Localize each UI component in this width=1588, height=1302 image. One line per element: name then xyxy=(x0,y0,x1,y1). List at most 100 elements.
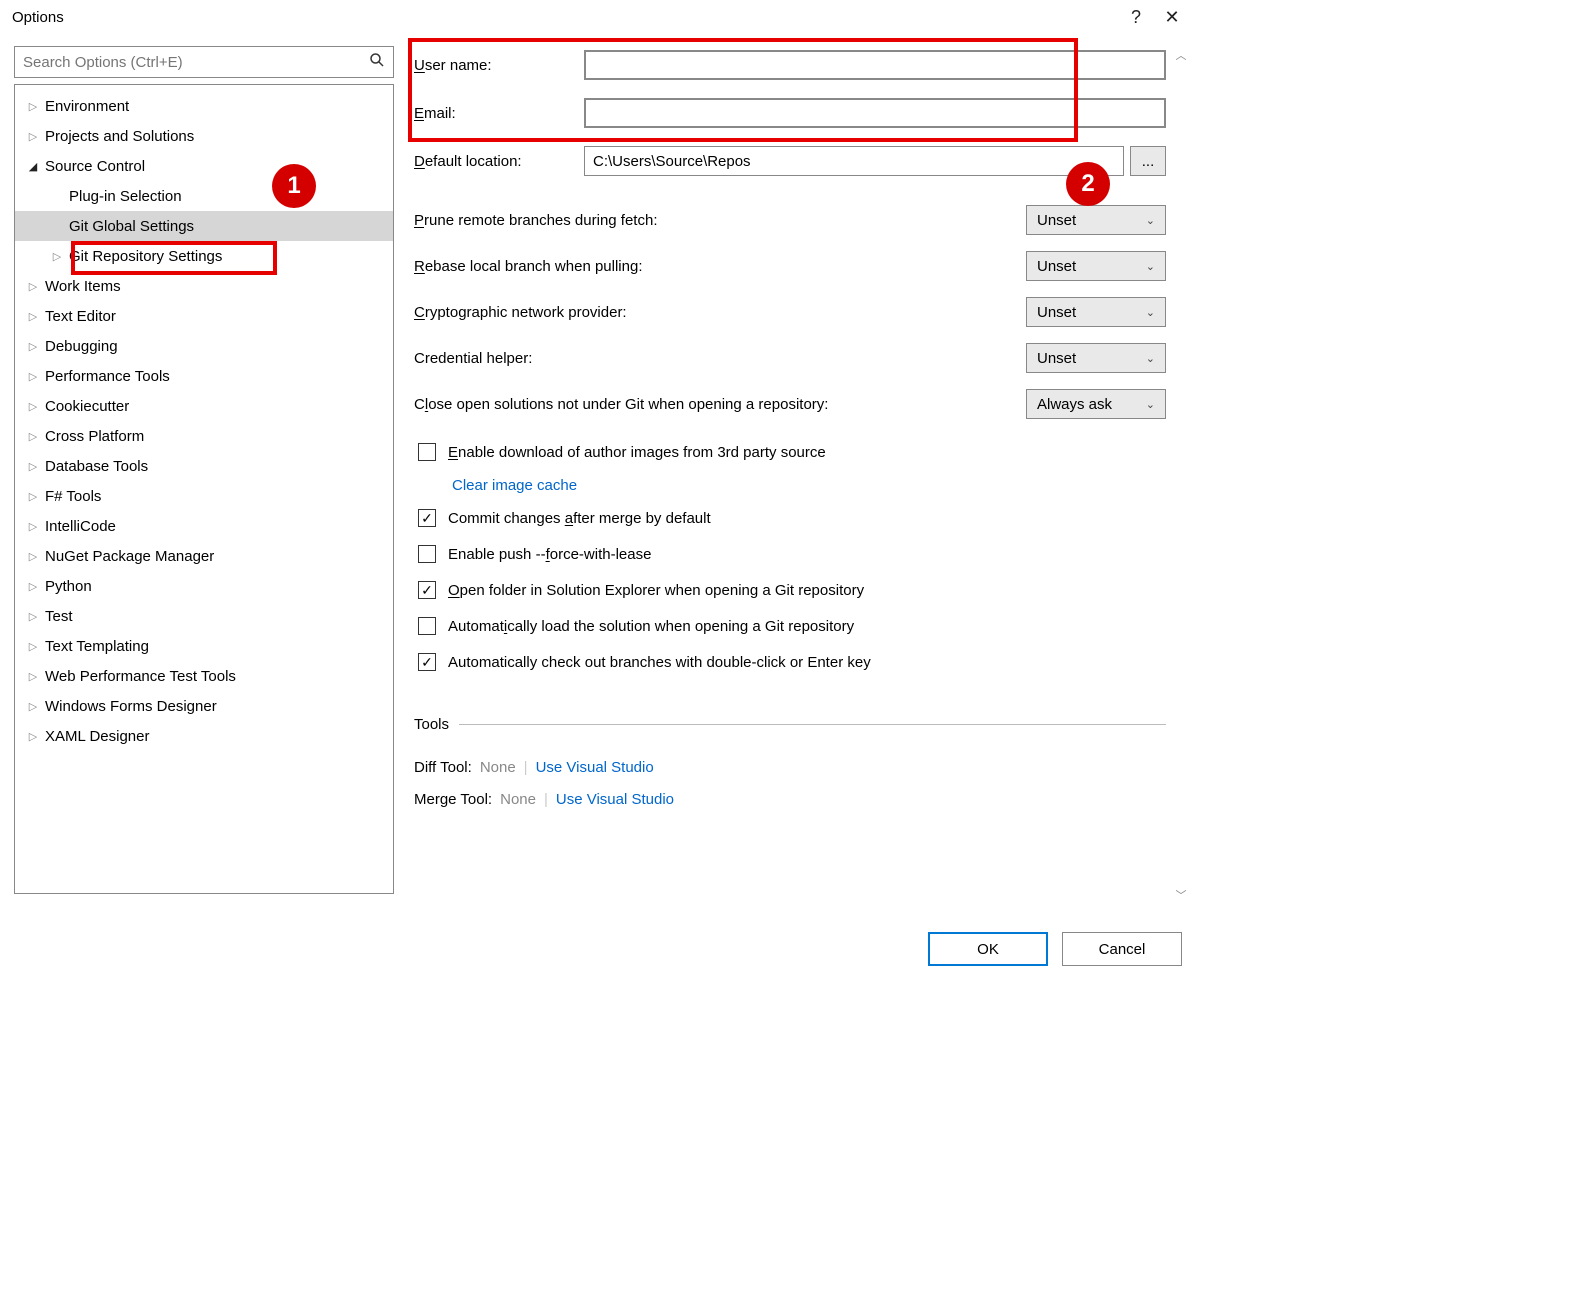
tree-item[interactable]: ▷Cookiecutter xyxy=(15,391,393,421)
tree-item-label: IntelliCode xyxy=(45,518,116,535)
tree-item[interactable]: Plug-in Selection xyxy=(15,181,393,211)
tree-item[interactable]: ▷ IntelliCode xyxy=(15,511,393,541)
cancel-button[interactable]: Cancel xyxy=(1062,932,1182,966)
tree-item-label: Database Tools xyxy=(45,458,148,475)
tree-item[interactable]: ▷Environment xyxy=(15,91,393,121)
chevron-right-icon[interactable]: ▷ xyxy=(25,670,41,683)
checkbox-icon[interactable] xyxy=(418,653,436,671)
tree-item[interactable]: ▷ Database Tools xyxy=(15,451,393,481)
chevron-right-icon[interactable]: ▷ xyxy=(49,250,65,263)
diff-use-vs-link[interactable]: Use Visual Studio xyxy=(536,759,654,776)
checkbox-icon[interactable] xyxy=(418,509,436,527)
username-input[interactable] xyxy=(584,50,1166,80)
diff-tool-label: Diff Tool: xyxy=(414,759,472,776)
tree-item-label: Text Templating xyxy=(45,638,149,655)
check-author-images[interactable]: Enable download of author images from 3r… xyxy=(414,434,1166,470)
default-location-value: C:\Users\Source\Repos xyxy=(593,153,751,170)
email-input[interactable] xyxy=(584,98,1166,128)
search-box[interactable] xyxy=(14,46,394,78)
chevron-right-icon[interactable]: ▷ xyxy=(25,580,41,593)
browse-button[interactable]: ... xyxy=(1130,146,1166,176)
check-label: Automatically check out branches with do… xyxy=(448,654,871,671)
chevron-right-icon[interactable]: ▷ xyxy=(25,490,41,503)
prune-label: Prune remote branches during fetch: xyxy=(414,212,1026,229)
rebase-row: Rebase local branch when pulling: Unset⌄ xyxy=(414,246,1166,286)
tree-item[interactable]: ▷Performance Tools xyxy=(15,361,393,391)
tree-item[interactable]: ▷Text Editor xyxy=(15,301,393,331)
username-label: User name: xyxy=(414,57,584,74)
default-location-row: Default location: C:\Users\Source\Repos … xyxy=(414,142,1166,180)
default-location-input[interactable]: C:\Users\Source\Repos xyxy=(584,146,1124,176)
checkbox-icon[interactable] xyxy=(418,443,436,461)
tree-item[interactable]: ▷Cross Platform xyxy=(15,421,393,451)
chevron-right-icon[interactable]: ▷ xyxy=(25,310,41,323)
help-icon[interactable]: ? xyxy=(1118,7,1154,28)
tree-item[interactable]: ▷Python xyxy=(15,571,393,601)
tree-item[interactable]: ▷F# Tools xyxy=(15,481,393,511)
close-icon[interactable]: ✕ xyxy=(1154,7,1190,28)
chevron-right-icon[interactable]: ▷ xyxy=(25,280,41,293)
crypto-dropdown[interactable]: Unset⌄ xyxy=(1026,297,1166,327)
email-label: Email: xyxy=(414,105,584,122)
check-label: Open folder in Solution Explorer when op… xyxy=(448,582,864,599)
check-push-force[interactable]: Enable push --force-with-lease xyxy=(414,536,1166,572)
chevron-down-icon: ⌄ xyxy=(1146,398,1155,411)
chevron-right-icon[interactable]: ▷ xyxy=(25,730,41,743)
checkbox-icon[interactable] xyxy=(418,545,436,563)
tree-item-label: Git Global Settings xyxy=(69,218,194,235)
credhelper-row: Credential helper: Unset⌄ xyxy=(414,338,1166,378)
chevron-right-icon[interactable]: ▷ xyxy=(25,370,41,383)
search-input[interactable] xyxy=(23,54,369,71)
chevron-right-icon[interactable]: ▷ xyxy=(25,550,41,563)
tree-item[interactable]: ▷Test xyxy=(15,601,393,631)
check-auto-checkout[interactable]: Automatically check out branches with do… xyxy=(414,644,1166,680)
chevron-right-icon[interactable]: ▷ xyxy=(25,460,41,473)
tree-item[interactable]: ▷XAML Designer xyxy=(15,721,393,751)
chevron-right-icon[interactable]: ▷ xyxy=(25,640,41,653)
check-open-folder[interactable]: Open folder in Solution Explorer when op… xyxy=(414,572,1166,608)
scroll-down-icon[interactable]: ﹀ xyxy=(1172,886,1190,904)
options-tree[interactable]: ▷Environment▷Projects and Solutions◢Sour… xyxy=(14,84,394,894)
tree-item[interactable]: ▷Windows Forms Designer xyxy=(15,691,393,721)
chevron-right-icon[interactable]: ▷ xyxy=(25,100,41,113)
tree-item[interactable]: ▷NuGet Package Manager xyxy=(15,541,393,571)
tree-item[interactable]: ▷Projects and Solutions xyxy=(15,121,393,151)
tree-item[interactable]: ▷Debugging xyxy=(15,331,393,361)
tree-item[interactable]: ◢Source Control xyxy=(15,151,393,181)
ok-button[interactable]: OK xyxy=(928,932,1048,966)
search-icon xyxy=(369,52,385,73)
checkbox-icon[interactable] xyxy=(418,581,436,599)
default-location-label: Default location: xyxy=(414,153,584,170)
chevron-down-icon[interactable]: ◢ xyxy=(25,160,41,173)
tree-item[interactable]: ▷Work Items xyxy=(15,271,393,301)
crypto-row: Cryptographic network provider: Unset⌄ xyxy=(414,292,1166,332)
username-row: User name: xyxy=(414,46,1166,84)
closesoln-label: Close open solutions not under Git when … xyxy=(414,396,1026,413)
credhelper-dropdown[interactable]: Unset⌄ xyxy=(1026,343,1166,373)
chevron-right-icon[interactable]: ▷ xyxy=(25,130,41,143)
window-title: Options xyxy=(12,9,64,26)
chevron-right-icon[interactable]: ▷ xyxy=(25,400,41,413)
tree-item[interactable]: Git Global Settings xyxy=(15,211,393,241)
tree-item[interactable]: ▷Git Repository Settings xyxy=(15,241,393,271)
check-commit-after-merge[interactable]: Commit changes after merge by default xyxy=(414,500,1166,536)
divider xyxy=(459,724,1166,725)
checkbox-icon[interactable] xyxy=(418,617,436,635)
chevron-down-icon: ⌄ xyxy=(1146,352,1155,365)
chevron-right-icon[interactable]: ▷ xyxy=(25,340,41,353)
merge-use-vs-link[interactable]: Use Visual Studio xyxy=(556,791,674,808)
prune-dropdown[interactable]: Unset⌄ xyxy=(1026,205,1166,235)
chevron-right-icon[interactable]: ▷ xyxy=(25,700,41,713)
closesoln-dropdown[interactable]: Always ask⌄ xyxy=(1026,389,1166,419)
settings-panel: ︿ ﹀ User name: Email: Default location: … xyxy=(414,46,1186,894)
tree-item[interactable]: ▷Web Performance Test Tools xyxy=(15,661,393,691)
scroll-up-icon[interactable]: ︿ xyxy=(1172,46,1190,64)
rebase-dropdown[interactable]: Unset⌄ xyxy=(1026,251,1166,281)
clear-image-cache-link[interactable]: Clear image cache xyxy=(452,477,577,494)
check-label: Enable download of author images from 3r… xyxy=(448,444,826,461)
chevron-right-icon[interactable]: ▷ xyxy=(25,610,41,623)
chevron-right-icon[interactable]: ▷ xyxy=(25,520,41,533)
check-auto-load[interactable]: Automatically load the solution when ope… xyxy=(414,608,1166,644)
chevron-right-icon[interactable]: ▷ xyxy=(25,430,41,443)
tree-item[interactable]: ▷ Text Templating xyxy=(15,631,393,661)
